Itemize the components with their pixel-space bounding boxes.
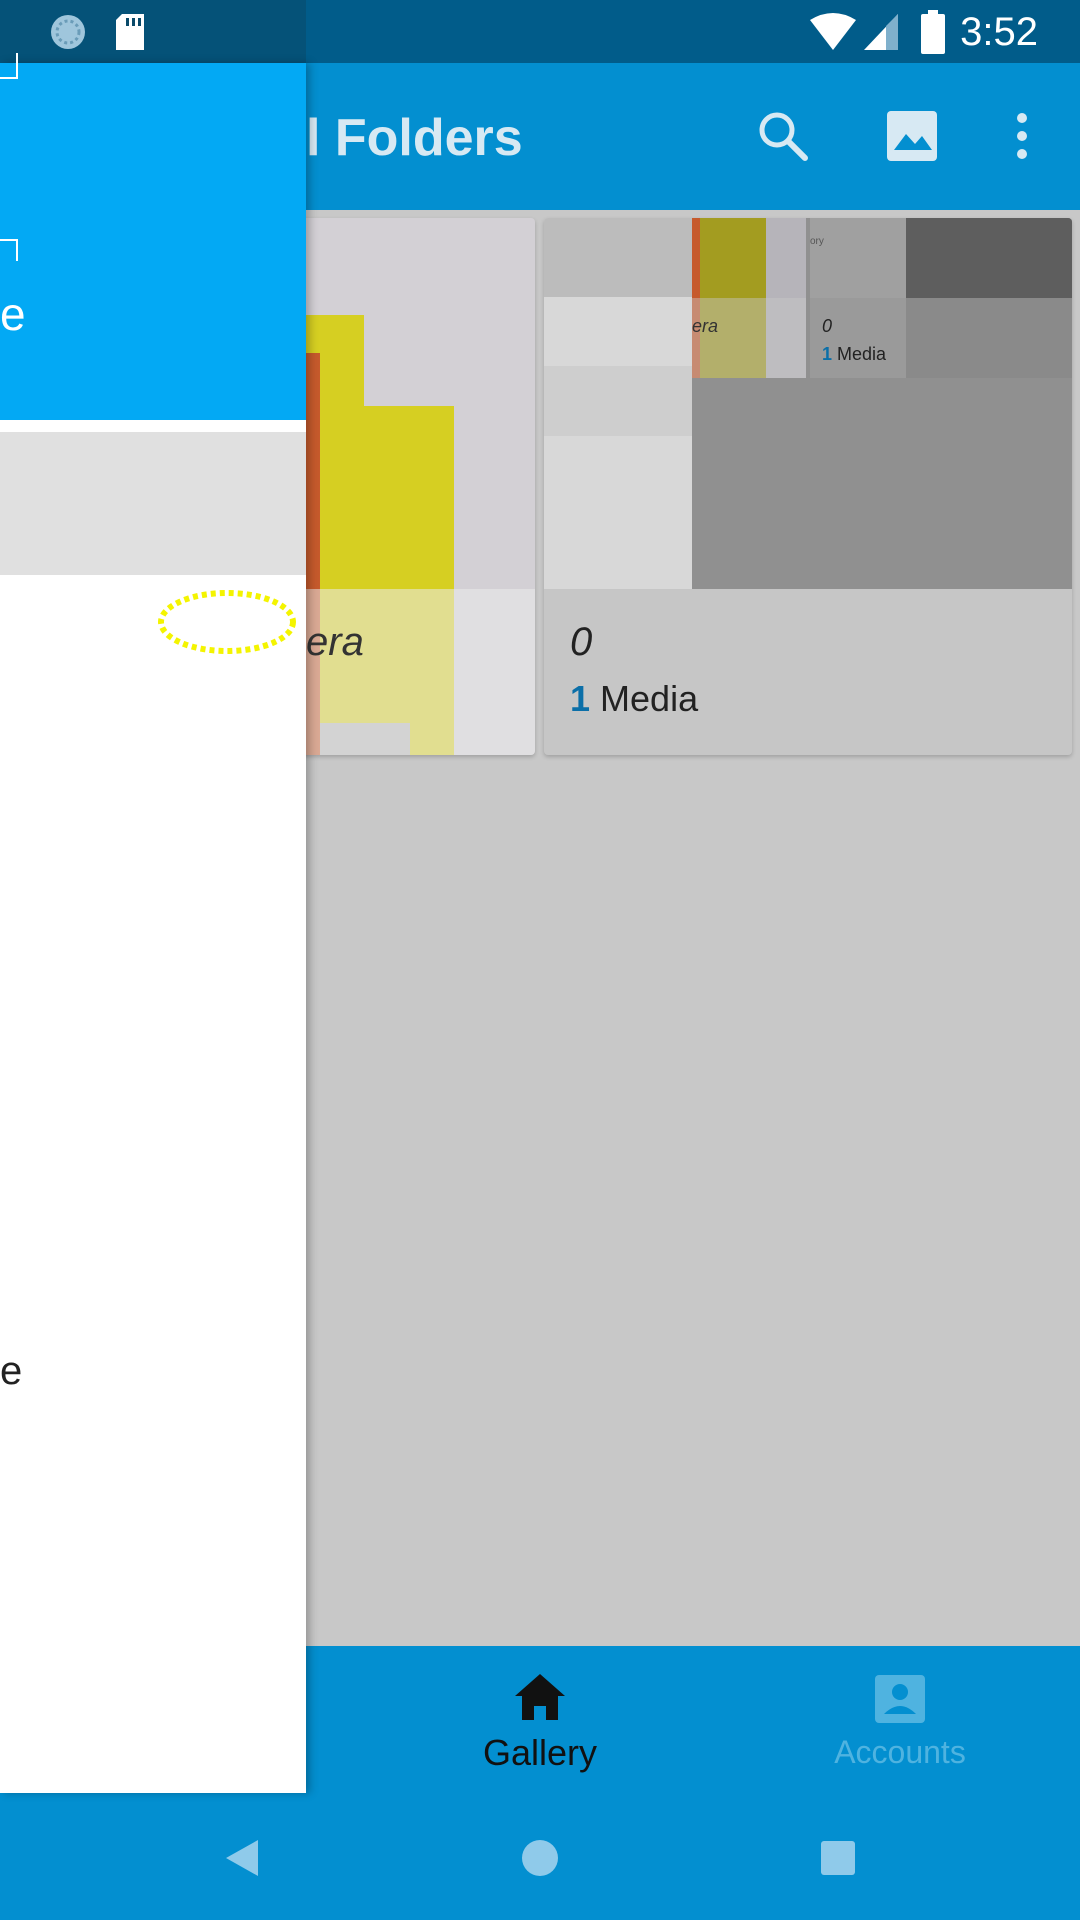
wifi-icon xyxy=(810,13,856,50)
nested-card: ory 0 1 Media xyxy=(810,218,1072,378)
count-number: 1 xyxy=(570,678,591,719)
recents-icon[interactable] xyxy=(818,1838,858,1878)
album-name: era xyxy=(306,620,364,664)
drawer-item-label[interactable]: e xyxy=(0,1349,22,1394)
media-label: Media xyxy=(600,678,699,719)
search-icon[interactable] xyxy=(755,108,811,164)
image-icon[interactable] xyxy=(886,110,938,162)
drawer-header: e xyxy=(0,53,306,420)
nav-label-gallery: Gallery xyxy=(482,1732,598,1773)
nested-media-label: Media xyxy=(837,344,887,364)
nav-item-gallery[interactable]: Gallery xyxy=(460,1660,620,1788)
more-vert-icon[interactable] xyxy=(1010,110,1034,162)
thumbnail-shape xyxy=(544,366,692,436)
account-box-icon xyxy=(875,1675,925,1723)
battery-icon xyxy=(921,10,945,54)
touch-indicator xyxy=(158,590,296,654)
nested-count: 1 xyxy=(822,344,833,364)
header-corner-mark xyxy=(0,239,18,261)
album-caption xyxy=(544,589,1072,755)
sd-card-icon xyxy=(116,14,144,50)
signal-icon xyxy=(864,14,898,50)
status-bar: 3:52 xyxy=(0,0,1080,63)
thumbnail-shape xyxy=(544,218,692,297)
nested-card: era xyxy=(692,218,806,378)
sync-icon xyxy=(51,15,85,49)
nested-tiny-label: ory xyxy=(810,236,824,247)
nav-label-accounts: Accounts xyxy=(834,1734,966,1770)
header-corner-mark xyxy=(0,53,18,79)
page-title: l Folders xyxy=(306,109,523,167)
nested-media-count: 1 Media xyxy=(822,344,886,365)
nested-album-name: 0 xyxy=(822,316,833,336)
album-card-0[interactable]: era ory 0 1 Media 0 1 Media xyxy=(544,218,1072,755)
media-count: 1 Media xyxy=(570,678,698,720)
drawer-header-title: e xyxy=(0,288,26,340)
nested-album-name: era xyxy=(692,316,719,336)
album-name: 0 xyxy=(570,620,593,664)
navigation-drawer: e e xyxy=(0,53,306,1793)
home-circle-icon[interactable] xyxy=(520,1838,560,1878)
drawer-item-selected[interactable] xyxy=(0,432,306,575)
status-time: 3:52 xyxy=(960,10,1038,54)
nav-item-accounts[interactable]: Accounts xyxy=(820,1660,980,1788)
back-icon[interactable] xyxy=(222,1838,262,1878)
home-icon xyxy=(515,1674,565,1720)
